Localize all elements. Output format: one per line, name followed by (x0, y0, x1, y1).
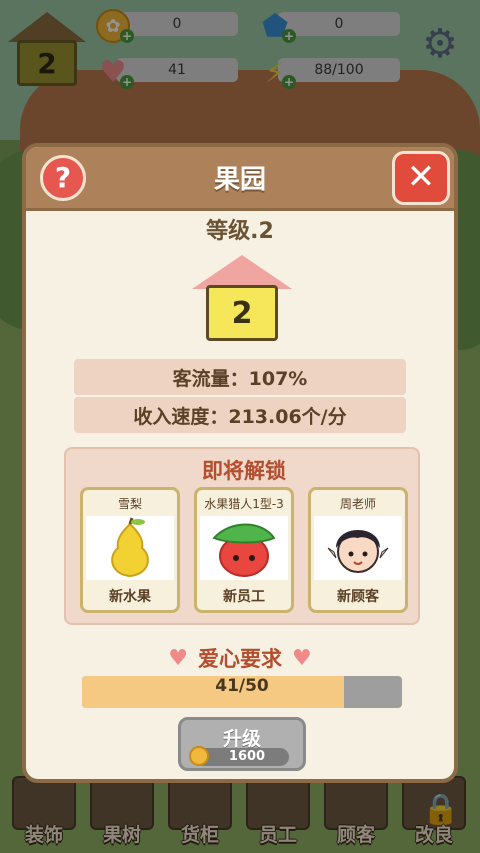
customer-icon (327, 530, 389, 573)
card-type: 新员工 (223, 589, 265, 605)
card-name: 周老师 (339, 497, 376, 511)
unlock-card-fruit[interactable]: 雪梨 新水果 (80, 487, 180, 613)
card-name: 水果猎人1型-3 (204, 497, 284, 511)
coin-icon (189, 746, 209, 766)
apple-hunter-icon (212, 523, 276, 577)
close-button[interactable]: ✕ (392, 151, 450, 205)
heart-requirement-header: ♥ 爱心要求 ♥ (26, 643, 454, 673)
card-type: 新水果 (109, 589, 151, 605)
heart-icon: ♥ (168, 645, 188, 671)
traffic-stat: 客流量：107% (74, 359, 406, 395)
modal-header: ? 果园 ✕ (26, 147, 454, 211)
unlock-title: 即将解锁 (202, 459, 286, 483)
unlock-panel: 即将解锁 雪梨 新水果 水果猎人1型-3 新员工 周老师 新顾客 (64, 447, 420, 625)
unlock-card-staff[interactable]: 水果猎人1型-3 新员工 (194, 487, 294, 613)
help-button[interactable]: ? (40, 155, 86, 201)
heart-icon: ♥ (292, 645, 312, 671)
unlock-card-customer[interactable]: 周老师 新顾客 (308, 487, 408, 613)
card-name: 雪梨 (117, 497, 142, 511)
upgrade-button[interactable]: 升级 1600 (178, 717, 306, 771)
orchard-modal: ? 果园 ✕ 等级.2 2 客流量：107% 收入速度：213.06个/分 即将… (22, 143, 458, 783)
modal-title: 果园 (213, 165, 266, 195)
level-text: 等级.2 (206, 219, 274, 244)
income-stat: 收入速度：213.06个/分 (74, 397, 406, 433)
card-art (86, 516, 174, 580)
card-type: 新顾客 (337, 589, 379, 605)
card-art (200, 516, 288, 580)
upgrade-cost: 1600 (195, 748, 289, 766)
house-level-icon: 2 (192, 255, 292, 341)
heart-progress-bar: 41/50 (82, 676, 402, 708)
card-art (314, 516, 402, 580)
house-level-value: 2 (206, 285, 278, 341)
pear-icon (111, 517, 149, 578)
house-roof (192, 255, 292, 289)
progress-text: 41/50 (215, 676, 269, 696)
heart-requirement-title: 爱心要求 (198, 647, 282, 671)
